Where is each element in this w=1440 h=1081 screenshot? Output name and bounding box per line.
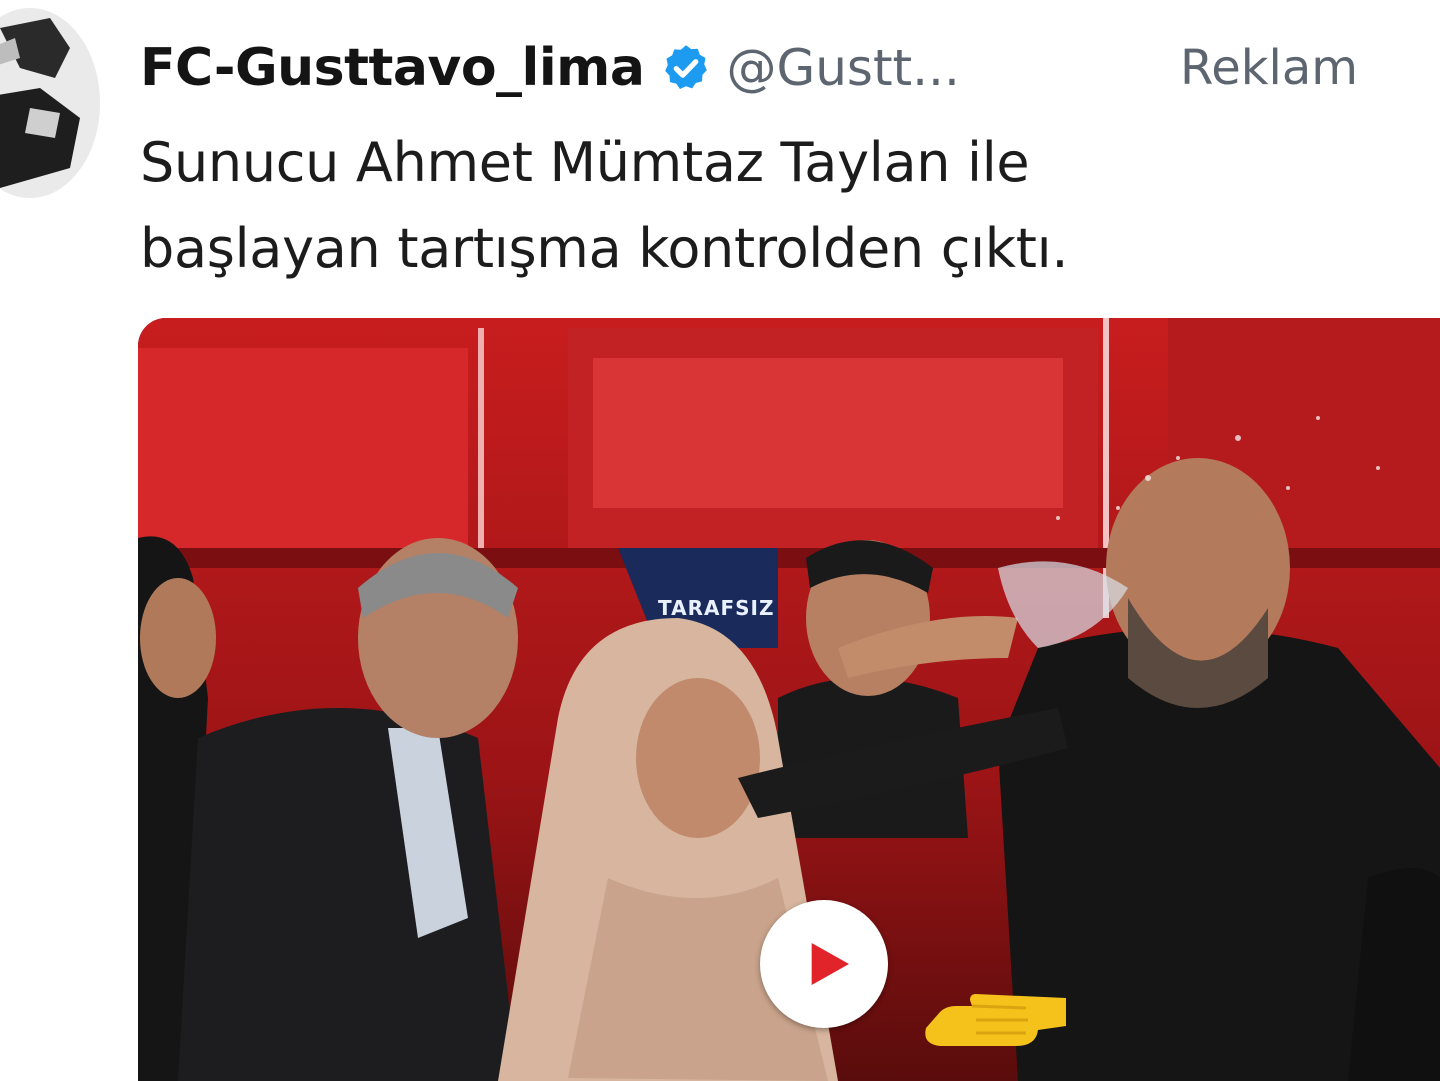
author-display-name[interactable]: FC-Gusttavo_lima — [140, 38, 645, 98]
author-handle[interactable]: @Gustt... — [726, 39, 959, 97]
verified-badge-icon — [660, 42, 712, 94]
tweet-text-line: Sunucu Ahmet Mümtaz Taylan ile — [140, 131, 1030, 194]
avatar[interactable] — [0, 8, 100, 198]
tweet-text-line: başlayan tartışma kontrolden çıktı. — [140, 217, 1069, 280]
play-icon — [811, 943, 849, 985]
channel-overlay-text: TARAFSIZ — [658, 596, 775, 620]
tweet-card[interactable]: FC-Gusttavo_lima @Gustt... Reklam Sunucu… — [0, 0, 1440, 1081]
play-button[interactable] — [760, 900, 888, 1028]
pointing-hand-icon — [925, 994, 1066, 1046]
tweet-text: Sunucu Ahmet Mümtaz Taylan ile başlayan … — [140, 120, 1400, 292]
video-thumbnail[interactable]: TARAFSIZ — [138, 318, 1440, 1081]
tweet-header: FC-Gusttavo_lima @Gustt... — [140, 28, 960, 108]
ad-label: Reklam — [1180, 40, 1359, 96]
